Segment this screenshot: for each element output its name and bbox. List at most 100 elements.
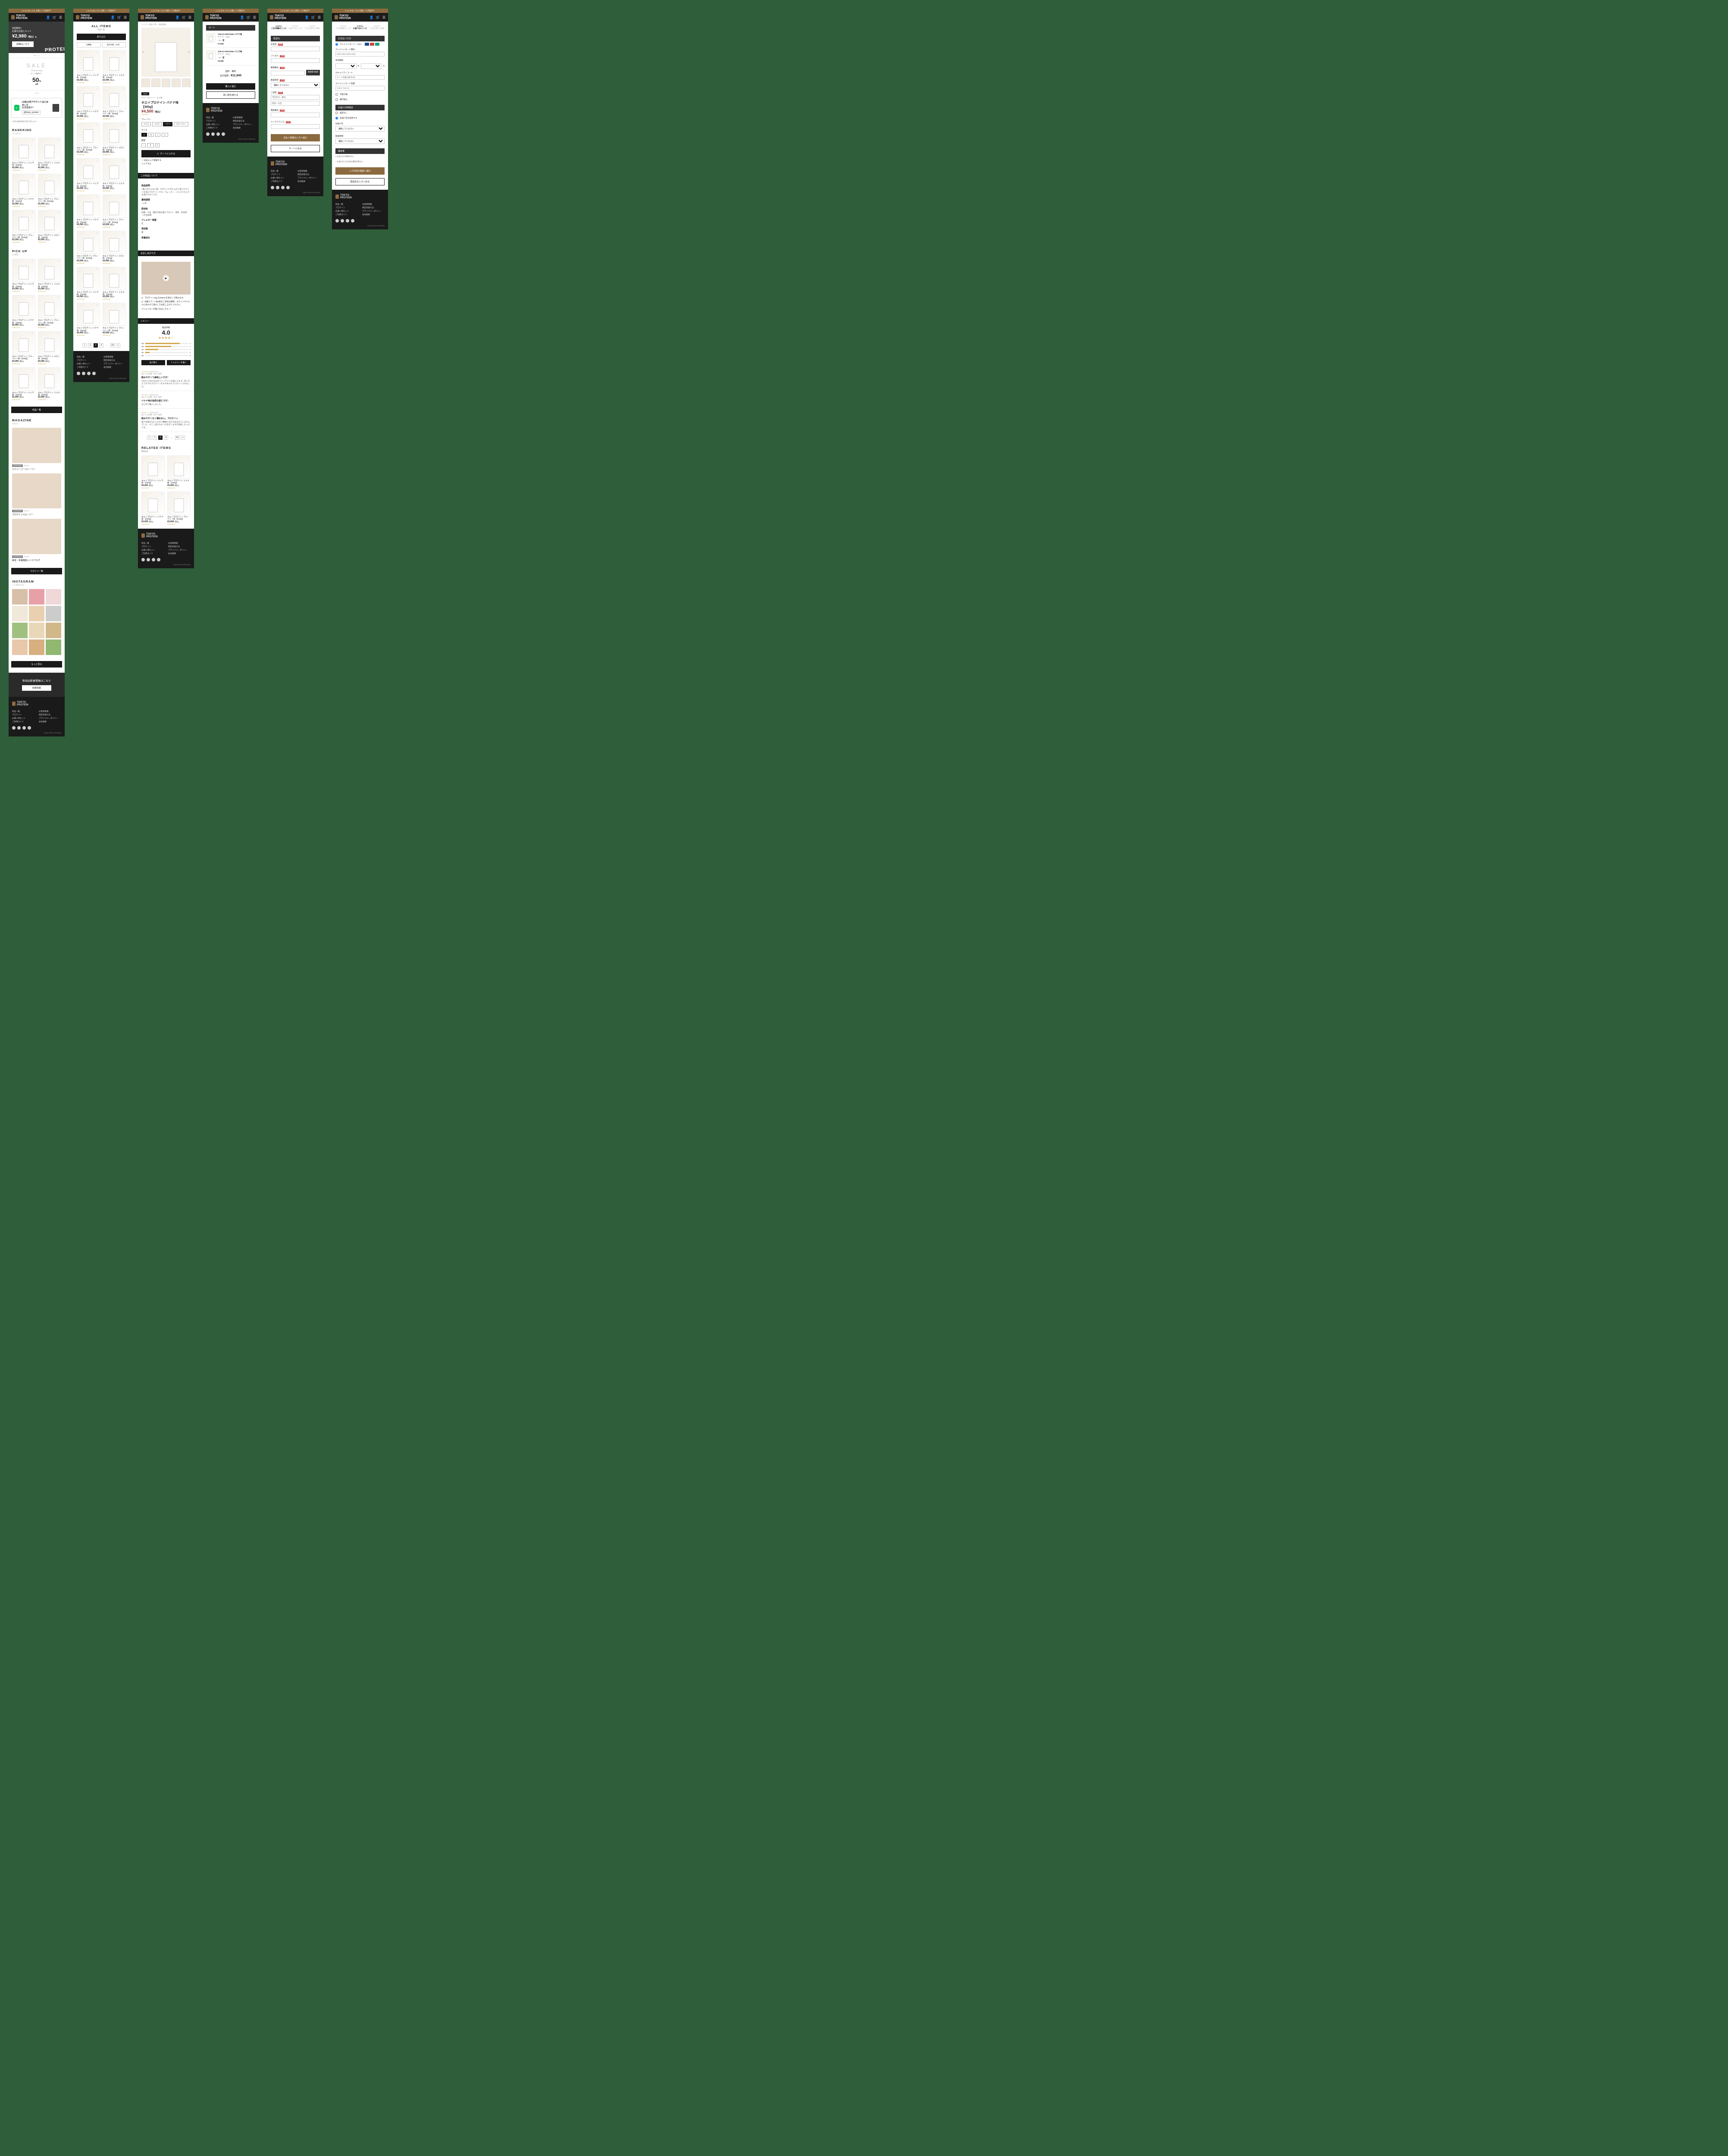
tel-input[interactable] bbox=[271, 113, 320, 117]
product-gallery[interactable]: ‹ › bbox=[141, 28, 191, 77]
footer-link[interactable]: お客様情報 bbox=[168, 542, 191, 545]
footer-link[interactable]: 会社概要 bbox=[168, 552, 191, 555]
sort-select[interactable]: 在庫順 bbox=[77, 42, 101, 47]
product-card[interactable]: ホエイプロテイン ブルーベリー味 【200g】¥3,000 (税込)★★★★★ bbox=[77, 231, 100, 264]
product-card[interactable]: ホエイプロテイン バナナ味 【200g】¥3,000 (税込)★★★★★ bbox=[12, 174, 35, 207]
footer-link[interactable]: 特定商取引法 bbox=[362, 206, 385, 210]
filter-button[interactable]: 絞り込む bbox=[77, 34, 126, 40]
qty-plus[interactable]: + bbox=[155, 143, 160, 147]
footer-link[interactable]: プロテイン bbox=[335, 206, 358, 210]
cc-month-select[interactable] bbox=[361, 63, 382, 69]
to-payment-button[interactable]: 支払い情報の入力へ進む bbox=[271, 134, 320, 141]
footer-link[interactable]: プロテイン bbox=[206, 119, 229, 123]
product-card[interactable]: ホエイプロテイン バニラ味 【200g】¥3,000 (税込)★★★★★ bbox=[141, 455, 165, 489]
footer-link[interactable]: プライバシーポリシー bbox=[168, 548, 191, 552]
product-card[interactable]: ホエイプロテイン メロン味 【200g】¥3,000 (税込)★★★★★ bbox=[38, 210, 61, 244]
footer-link[interactable]: プロテイン bbox=[141, 545, 164, 548]
footer-link[interactable]: お買い得セット bbox=[12, 717, 34, 720]
gallery-prev[interactable]: ‹ bbox=[142, 50, 144, 55]
date-none-radio[interactable]: 指定なし bbox=[332, 110, 388, 116]
product-card[interactable]: ホエイプロテイン ミルク味 【200g】¥3,000 (税込)★★★★★ bbox=[38, 138, 61, 171]
qty-input[interactable] bbox=[147, 143, 154, 147]
magazine-card[interactable]: CATEGORY 2022.01プロテインスムージー bbox=[12, 473, 61, 516]
gallery-thumbs[interactable] bbox=[138, 77, 194, 89]
flavor-chip[interactable]: ミルク bbox=[152, 122, 162, 126]
zip-input[interactable] bbox=[271, 71, 305, 75]
product-card[interactable]: ホエイプロテイン バナナ味 【200g】¥3,000 (税込)★★★★★ bbox=[77, 303, 100, 336]
footer-link[interactable]: お客様情報 bbox=[103, 355, 126, 359]
footer-link[interactable]: プロテイン bbox=[77, 359, 99, 362]
sale-banner[interactable]: SALE 7th anniversary セール開催中！ 50%off bbox=[9, 58, 65, 91]
footer-link[interactable]: 会社概要 bbox=[233, 126, 255, 130]
user-icon[interactable]: 👤 bbox=[46, 16, 50, 19]
footer-link[interactable]: ご利用ガイド bbox=[335, 213, 358, 216]
size-chip[interactable]: S bbox=[141, 133, 147, 137]
back-to-cart-button[interactable]: カートに戻る bbox=[271, 145, 320, 152]
footer-link[interactable]: 商品一覧 bbox=[335, 203, 358, 206]
magazine-card[interactable]: CATEGORY 2022.01美容・栄養機能レシピブログ bbox=[12, 519, 61, 561]
product-card[interactable]: ホエイプロテイン ブルーベリー味 【200g】¥3,000 (税込)★★★★★ bbox=[38, 295, 61, 329]
product-card[interactable]: ホエイプロテイン メロン味 【200g】¥3,000 (税込)★★★★★ bbox=[103, 231, 126, 264]
footer-link[interactable]: 商品一覧 bbox=[141, 542, 164, 545]
footer-link[interactable]: 会社概要 bbox=[362, 213, 385, 216]
write-review-button[interactable]: ✎ レビューを書く bbox=[167, 360, 191, 365]
howto-video[interactable]: ▶ bbox=[141, 262, 191, 295]
footer-link[interactable]: プライバシーポリシー bbox=[297, 176, 320, 180]
product-card[interactable]: ホエイプロテイン バニラ味 【200g】¥3,000 (税込)★★★★★ bbox=[77, 158, 100, 192]
footer-link[interactable]: ご利用ガイド bbox=[271, 180, 293, 183]
product-card[interactable]: ホエイプロテイン ブルーベリー味 【200g】¥3,000 (税込)★★★★★ bbox=[12, 210, 35, 244]
footer-link[interactable]: プライバシーポリシー bbox=[362, 210, 385, 213]
footer-link[interactable]: お客様情報 bbox=[297, 169, 320, 173]
product-card[interactable]: ホエイプロテイン ミルク味 【200g】¥3,000 (税込)★★★★★ bbox=[38, 367, 61, 401]
footer-link[interactable]: お買い得セット bbox=[141, 548, 164, 552]
footer-link[interactable]: ご利用ガイド bbox=[12, 720, 34, 724]
page-prev[interactable]: < bbox=[82, 343, 87, 348]
instagram-grid[interactable] bbox=[12, 589, 61, 655]
to-confirm-button[interactable]: 入力内容の確認へ進む bbox=[335, 167, 385, 175]
continue-shopping-button[interactable]: 買い物を続ける bbox=[206, 91, 255, 99]
footer-link[interactable]: お買い得セット bbox=[206, 123, 229, 126]
qty-minus[interactable]: - bbox=[141, 143, 146, 147]
footer-link[interactable]: お買い得セット bbox=[335, 210, 358, 213]
footer-link[interactable]: 会社概要 bbox=[39, 720, 61, 724]
social-icons[interactable] bbox=[12, 726, 61, 730]
product-card[interactable]: ホエイプロテイン ブルーベリー味 【200g】¥3,000 (税込)★★★★★ bbox=[103, 194, 126, 228]
city-input[interactable] bbox=[271, 95, 320, 100]
product-card[interactable]: ホエイプロテイン バナナ味 【200g】¥3,000 (税込)★★★★★ bbox=[77, 194, 100, 228]
brand-logo[interactable]: TOKYO PROTEIN bbox=[11, 15, 28, 20]
footer-link[interactable]: プロテイン bbox=[12, 713, 34, 717]
delivery-date-select[interactable]: 選択してください bbox=[335, 126, 385, 132]
pay-cc-radio[interactable]: クレジットカード・VISA bbox=[332, 41, 388, 47]
cart-icon[interactable]: 🛒 bbox=[53, 16, 57, 19]
magazine-all-button[interactable]: マガジン一覧 bbox=[11, 568, 62, 574]
size-chip[interactable]: L bbox=[155, 133, 160, 137]
footer-link[interactable]: ご利用ガイド bbox=[206, 126, 229, 130]
date-set-radio[interactable]: お届け日を指定する bbox=[332, 116, 388, 121]
product-card[interactable]: ホエイプロテイン ブルーベリー味 【200g】¥3,000 (税込)★★★★★ bbox=[38, 174, 61, 207]
footer-link[interactable]: 会社概要 bbox=[103, 366, 126, 369]
footer-link[interactable]: 特定商取引法 bbox=[103, 359, 126, 362]
zip-search-button[interactable]: 郵便番号検索 bbox=[306, 70, 320, 75]
cc-cvc-input[interactable] bbox=[335, 75, 385, 80]
name-input[interactable] bbox=[271, 47, 320, 51]
carousel-dots[interactable]: ● ○ ○ ○ bbox=[9, 53, 65, 58]
email-input[interactable] bbox=[271, 124, 320, 129]
footer-link[interactable]: プライバシーポリシー bbox=[233, 123, 255, 126]
product-card[interactable]: ホエイプロテイン ブルーベリー味 【200g】¥3,000 (税込)★★★★★ bbox=[167, 492, 191, 525]
product-card[interactable]: ホエイプロテイン バニラ味 【200g】¥3,000 (税込)★★★★★ bbox=[77, 50, 100, 84]
footer-link[interactable]: お客様情報 bbox=[362, 203, 385, 206]
flavor-chip[interactable]: バナナ bbox=[163, 122, 172, 126]
footer-link[interactable]: 商品一覧 bbox=[77, 355, 99, 359]
footer-link[interactable]: 商品一覧 bbox=[206, 116, 229, 119]
product-card[interactable]: ホエイプロテイン バナナ味 【200g】¥3,000 (税込)★★★★★ bbox=[141, 492, 165, 525]
product-card[interactable]: ホエイプロテイン バナナ味 【200g】¥3,000 (税込)★★★★★ bbox=[77, 86, 100, 120]
footer-link[interactable]: プロテイン bbox=[271, 173, 293, 176]
pref-select[interactable]: 選択してください bbox=[271, 82, 320, 88]
size-chip[interactable]: M bbox=[148, 133, 154, 137]
footer-link[interactable]: 商品一覧 bbox=[271, 169, 293, 173]
product-card[interactable]: ホエイプロテイン ミルク味 【200g】¥3,000 (税込)★★★★★ bbox=[38, 259, 61, 292]
footer-link[interactable]: お客様情報 bbox=[39, 710, 61, 713]
gallery-next[interactable]: › bbox=[188, 50, 190, 55]
product-card[interactable]: ホエイプロテイン ブルーベリー味 【200g】¥3,000 (税込)★★★★★ bbox=[103, 303, 126, 336]
product-card[interactable]: ホエイプロテイン ミルク味 【200g】¥3,000 (税込)★★★★★ bbox=[103, 158, 126, 192]
